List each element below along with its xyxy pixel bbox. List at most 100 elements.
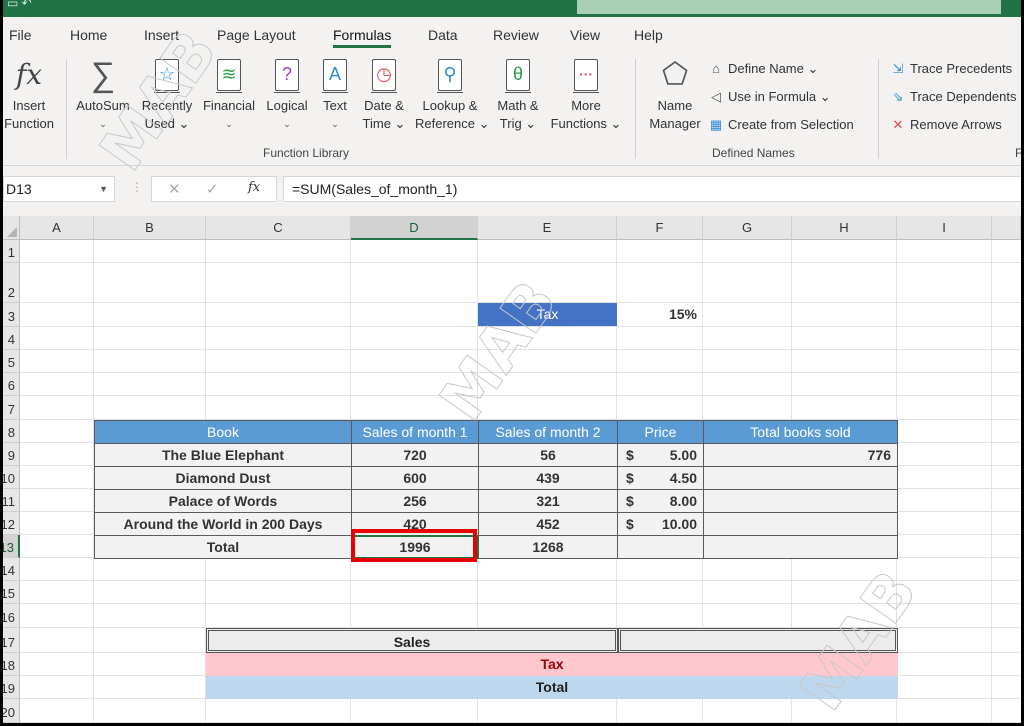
trace-dependents-button[interactable]: ⇘ Trace Dependents <box>889 89 1017 105</box>
autosum-button[interactable]: ∑ AutoSum ⌄ <box>71 57 135 133</box>
column-header-h[interactable]: H <box>792 216 897 240</box>
header-book[interactable]: Book <box>94 420 352 444</box>
total-month-2-cell[interactable]: 1268 <box>478 535 618 559</box>
row-header-2[interactable]: 2 <box>3 263 20 303</box>
row-header-1[interactable]: 1 <box>3 240 20 263</box>
tab-review[interactable]: Review <box>493 27 539 43</box>
row-header-12[interactable]: 12 <box>3 512 20 535</box>
row-header-5[interactable]: 5 <box>3 350 20 373</box>
row-header-15[interactable]: 15 <box>3 581 20 604</box>
column-header-b[interactable]: B <box>94 216 206 240</box>
sales-month-1-cell[interactable]: 720 <box>351 443 479 467</box>
book-title-cell[interactable]: Palace of Words <box>94 489 352 513</box>
row-header-10[interactable]: 10 <box>3 466 20 489</box>
header-sales-month-1[interactable]: Sales of month 1 <box>351 420 479 444</box>
tab-insert[interactable]: Insert <box>144 27 179 43</box>
header-sales-month-2[interactable]: Sales of month 2 <box>478 420 618 444</box>
row-header-7[interactable]: 7 <box>3 396 20 420</box>
tab-file[interactable]: File <box>9 27 32 43</box>
row-header-4[interactable]: 4 <box>3 327 20 350</box>
summary-total-cell[interactable]: Total <box>206 676 898 699</box>
column-header-f[interactable]: F <box>617 216 703 240</box>
tab-view[interactable]: View <box>570 27 600 43</box>
column-header-a[interactable]: A <box>20 216 94 240</box>
row-header-9[interactable]: 9 <box>3 443 20 466</box>
book-title-cell[interactable]: Around the World in 200 Days <box>94 512 352 536</box>
sales-month-1-cell[interactable]: 600 <box>351 466 479 490</box>
row-header-11[interactable]: 11 <box>3 489 20 512</box>
book-title-cell[interactable]: The Blue Elephant <box>94 443 352 467</box>
column-header-e[interactable]: E <box>478 216 617 240</box>
date-time-button[interactable]: ◷ Date & Time ⌄ <box>359 57 409 133</box>
tab-data[interactable]: Data <box>428 27 458 43</box>
header-price[interactable]: Price <box>617 420 704 444</box>
search-box[interactable] <box>577 0 1001 14</box>
column-header-d[interactable]: D <box>351 216 478 240</box>
price-cell[interactable]: $8.00 <box>617 489 704 513</box>
trace-precedents-button[interactable]: ⇲ Trace Precedents <box>889 61 1013 77</box>
sales-month-2-cell[interactable]: 439 <box>478 466 618 490</box>
tab-page-layout[interactable]: Page Layout <box>217 27 296 43</box>
total-price-cell[interactable] <box>617 535 704 559</box>
row-header-20[interactable]: 20 <box>3 699 20 723</box>
math-trig-button[interactable]: θ Math & Trig ⌄ <box>493 57 543 133</box>
row-header-16[interactable]: 16 <box>3 604 20 628</box>
row-header-19[interactable]: 19 <box>3 676 20 699</box>
tab-home[interactable]: Home <box>70 27 107 43</box>
select-all-button[interactable] <box>3 216 20 240</box>
total-books-sold-cell[interactable]: 776 <box>703 443 898 467</box>
column-header-g[interactable]: G <box>703 216 792 240</box>
tax-label-cell[interactable]: Tax <box>478 303 617 326</box>
enter-icon[interactable]: ✓ <box>206 180 219 198</box>
book-title-cell[interactable]: Diamond Dust <box>94 466 352 490</box>
more-functions-button[interactable]: ··· More Functions ⌄ <box>548 57 624 133</box>
remove-arrows-button[interactable]: ✕ Remove Arrows <box>889 117 1002 133</box>
create-from-selection-button[interactable]: ▦ Create from Selection <box>707 117 854 133</box>
total-label-cell[interactable]: Total <box>94 535 352 559</box>
resize-handle[interactable]: ⋮ <box>131 180 143 194</box>
formula-input[interactable]: =SUM(Sales_of_month_1) <box>283 176 1021 202</box>
tab-help[interactable]: Help <box>634 27 663 43</box>
chevron-down-icon[interactable]: ▼ <box>99 177 108 201</box>
insert-function-button[interactable]: fx Insert Function <box>3 57 57 133</box>
name-box[interactable]: D13 ▼ <box>3 176 115 202</box>
financial-button[interactable]: ≋ Financial ⌄ <box>199 57 259 133</box>
cancel-icon[interactable]: ✕ <box>168 180 181 198</box>
sales-month-2-cell[interactable]: 56 <box>478 443 618 467</box>
define-name-button[interactable]: ⌂ Define Name ⌄ <box>707 61 818 77</box>
lookup-reference-button[interactable]: ⚲ Lookup & Reference ⌄ <box>415 57 489 133</box>
row-header-6[interactable]: 6 <box>3 373 20 396</box>
insert-function-icon[interactable]: fx <box>248 180 260 195</box>
summary-sales-cell[interactable]: Sales <box>206 628 618 653</box>
tax-rate-cell[interactable]: 15% <box>617 303 703 326</box>
recently-used-button[interactable]: ☆ Recently Used ⌄ <box>137 57 197 133</box>
summary-tax-cell[interactable]: Tax <box>206 653 898 676</box>
sales-month-1-cell[interactable]: 256 <box>351 489 479 513</box>
column-header-i[interactable]: I <box>897 216 992 240</box>
tab-formulas[interactable]: Formulas <box>333 27 392 48</box>
total-books-sold-cell[interactable] <box>703 466 898 490</box>
save-icon[interactable]: ▭ ↶ <box>7 0 32 10</box>
total-books-sold-cell[interactable] <box>703 489 898 513</box>
price-cell[interactable]: $4.50 <box>617 466 704 490</box>
column-header-c[interactable]: C <box>206 216 351 240</box>
header-total-books-sold[interactable]: Total books sold <box>703 420 898 444</box>
name-manager-button[interactable]: ⬠ Name Manager <box>645 57 705 133</box>
sales-month-2-cell[interactable]: 321 <box>478 489 618 513</box>
row-header-14[interactable]: 14 <box>3 558 20 581</box>
row-header-17[interactable]: 17 <box>3 628 20 653</box>
row-header-8[interactable]: 8 <box>3 420 20 443</box>
row-header-3[interactable]: 3 <box>3 303 20 327</box>
logical-button[interactable]: ? Logical ⌄ <box>261 57 313 133</box>
price-cell[interactable]: $10.00 <box>617 512 704 536</box>
column-header-next[interactable] <box>992 216 1021 240</box>
row-header-18[interactable]: 18 <box>3 653 20 676</box>
price-cell[interactable]: $5.00 <box>617 443 704 467</box>
total-books-sold-total-cell[interactable] <box>703 535 898 559</box>
row-header-13[interactable]: 13 <box>3 535 20 558</box>
use-in-formula-button[interactable]: ◁ Use in Formula ⌄ <box>707 89 831 105</box>
summary-sales-value-cell[interactable] <box>618 628 898 653</box>
text-button[interactable]: A Text ⌄ <box>317 57 353 133</box>
sales-month-2-cell[interactable]: 452 <box>478 512 618 536</box>
total-books-sold-cell[interactable] <box>703 512 898 536</box>
